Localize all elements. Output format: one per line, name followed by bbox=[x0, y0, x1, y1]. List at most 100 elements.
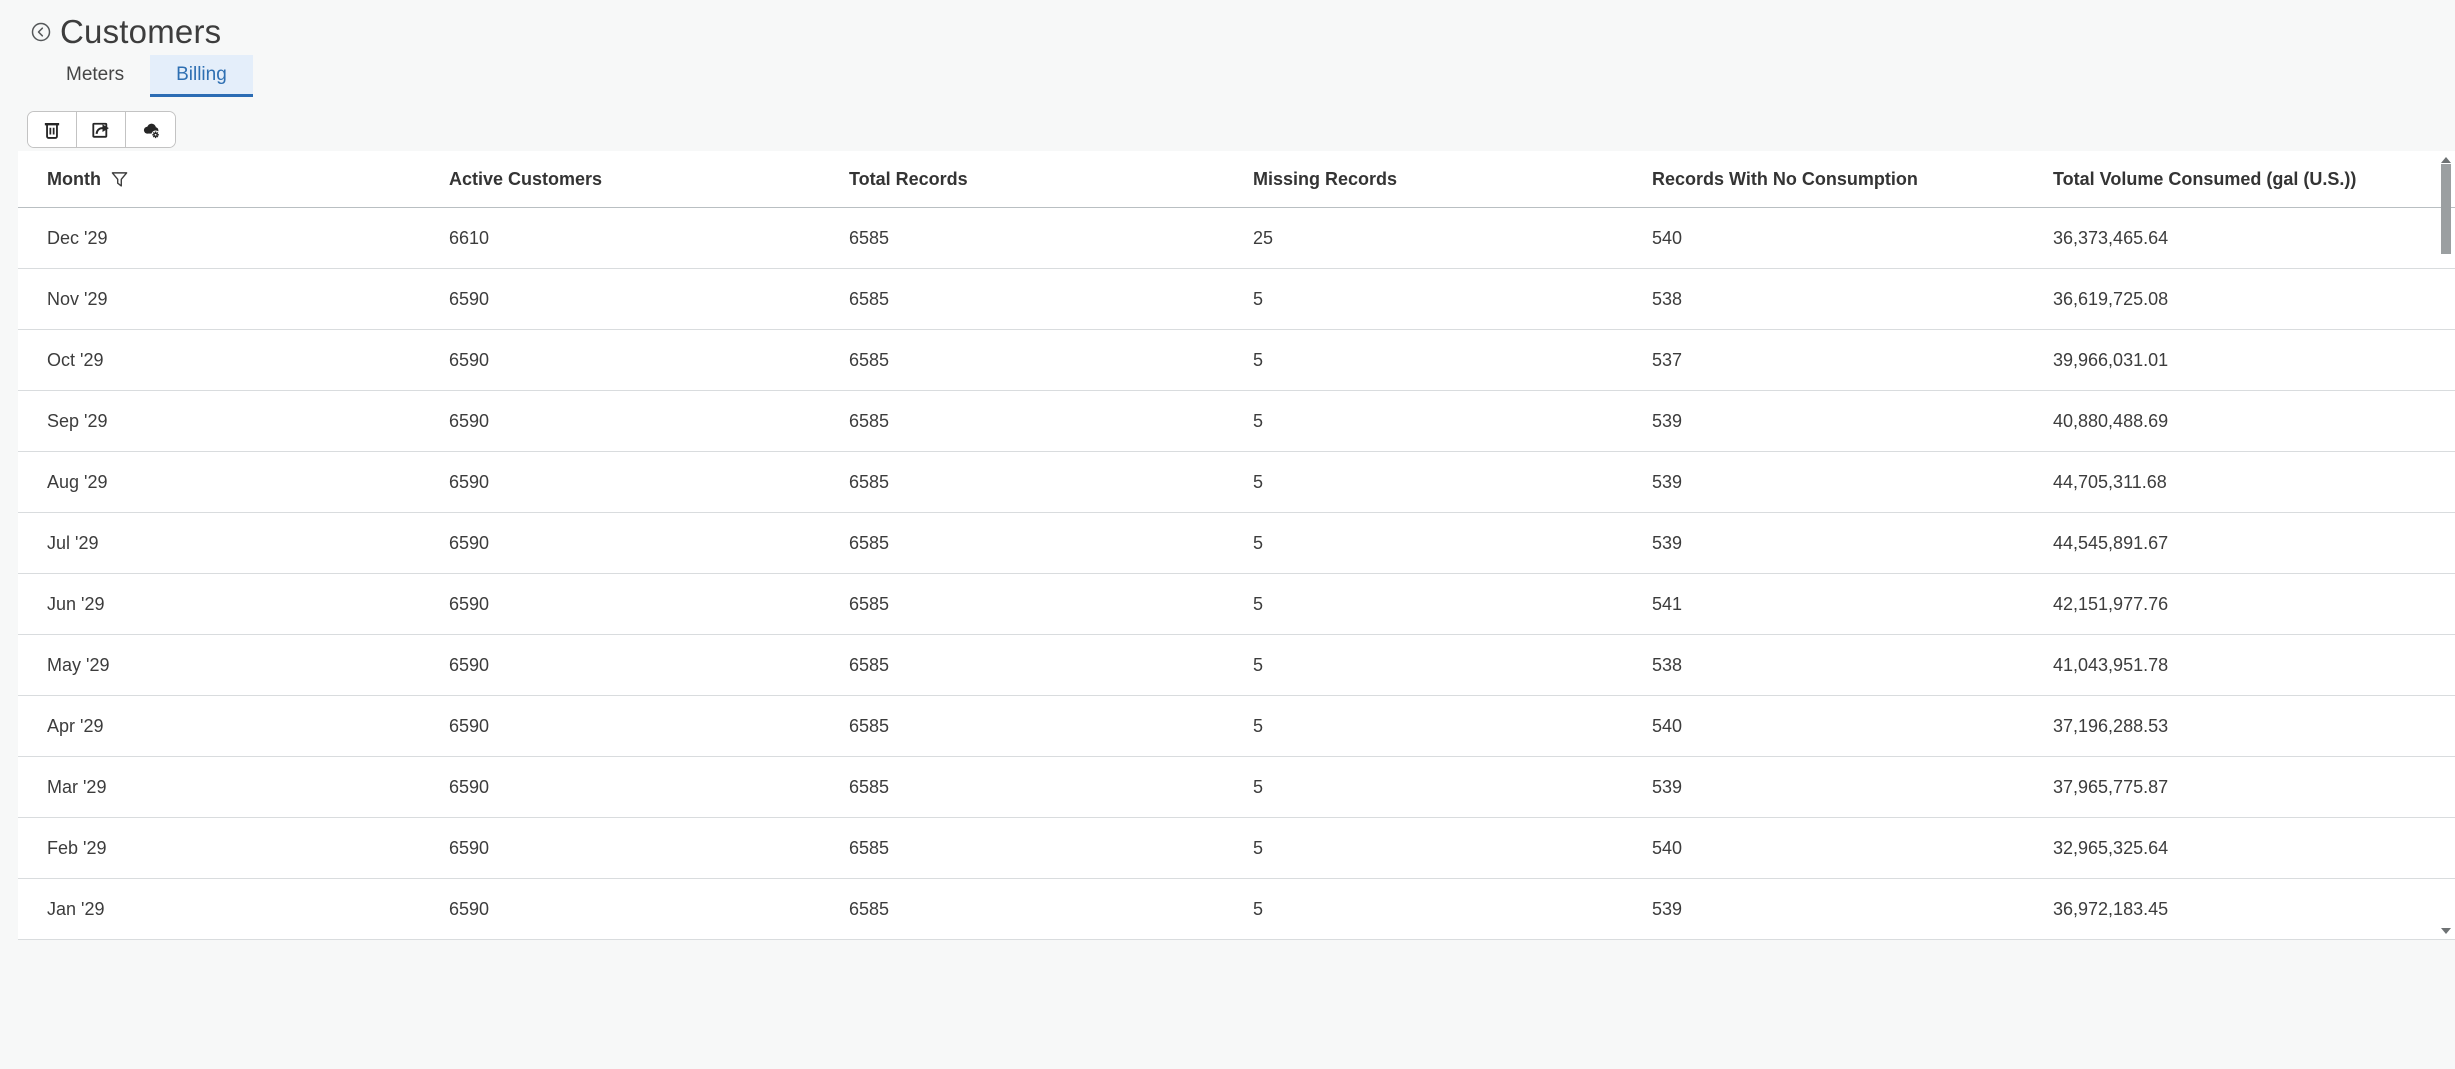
cell-active-customers: 6590 bbox=[449, 289, 849, 310]
column-header-missing-records[interactable]: Missing Records bbox=[1253, 169, 1652, 190]
cell-total-records: 6585 bbox=[849, 289, 1253, 310]
cell-active-customers: 6590 bbox=[449, 594, 849, 615]
cell-missing-records: 5 bbox=[1253, 716, 1652, 737]
column-header-total-records[interactable]: Total Records bbox=[849, 169, 1253, 190]
table-row[interactable]: Jul '29 6590 6585 5 539 44,545,891.67 bbox=[18, 513, 2455, 574]
cell-missing-records: 5 bbox=[1253, 899, 1652, 920]
back-button[interactable] bbox=[31, 22, 51, 42]
cloud-settings-button[interactable] bbox=[126, 112, 175, 147]
tab-billing[interactable]: Billing bbox=[150, 55, 253, 97]
cell-total-records: 6585 bbox=[849, 655, 1253, 676]
cell-month: Jan '29 bbox=[47, 899, 449, 920]
filter-icon[interactable] bbox=[111, 171, 128, 188]
cell-total-volume: 39,966,031.01 bbox=[2053, 350, 2455, 371]
cell-active-customers: 6610 bbox=[449, 228, 849, 249]
trash-icon bbox=[41, 119, 63, 141]
column-header-month[interactable]: Month bbox=[47, 169, 449, 190]
table-row[interactable]: Oct '29 6590 6585 5 537 39,966,031.01 bbox=[18, 330, 2455, 391]
cell-missing-records: 5 bbox=[1253, 594, 1652, 615]
cell-total-volume: 44,545,891.67 bbox=[2053, 533, 2455, 554]
cell-month: Dec '29 bbox=[47, 228, 449, 249]
cell-total-volume: 36,373,465.64 bbox=[2053, 228, 2455, 249]
cell-month: Jul '29 bbox=[47, 533, 449, 554]
column-header-no-consumption[interactable]: Records With No Consumption bbox=[1652, 169, 2053, 190]
cell-total-volume: 41,043,951.78 bbox=[2053, 655, 2455, 676]
cell-no-consumption: 537 bbox=[1652, 350, 2053, 371]
column-header-month-label: Month bbox=[47, 169, 101, 190]
cell-total-volume: 36,619,725.08 bbox=[2053, 289, 2455, 310]
cell-total-volume: 37,196,288.53 bbox=[2053, 716, 2455, 737]
cloud-gear-icon bbox=[140, 119, 162, 141]
cell-missing-records: 5 bbox=[1253, 655, 1652, 676]
export-button[interactable] bbox=[77, 112, 126, 147]
scroll-up-arrow-icon[interactable] bbox=[2441, 157, 2451, 163]
cell-no-consumption: 539 bbox=[1652, 472, 2053, 493]
column-header-total-volume[interactable]: Total Volume Consumed (gal (U.S.)) bbox=[2053, 169, 2455, 190]
page-title: Customers bbox=[60, 13, 221, 51]
cell-total-records: 6585 bbox=[849, 350, 1253, 371]
cell-total-records: 6585 bbox=[849, 838, 1253, 859]
column-header-active-customers[interactable]: Active Customers bbox=[449, 169, 849, 190]
cell-no-consumption: 539 bbox=[1652, 899, 2053, 920]
cell-missing-records: 5 bbox=[1253, 289, 1652, 310]
cell-missing-records: 5 bbox=[1253, 350, 1652, 371]
table-row[interactable]: Nov '29 6590 6585 5 538 36,619,725.08 bbox=[18, 269, 2455, 330]
table-row[interactable]: Aug '29 6590 6585 5 539 44,705,311.68 bbox=[18, 452, 2455, 513]
table-row[interactable]: Apr '29 6590 6585 5 540 37,196,288.53 bbox=[18, 696, 2455, 757]
scrollbar-thumb[interactable] bbox=[2441, 164, 2451, 254]
cell-active-customers: 6590 bbox=[449, 838, 849, 859]
table-row[interactable]: Jun '29 6590 6585 5 541 42,151,977.76 bbox=[18, 574, 2455, 635]
cell-missing-records: 5 bbox=[1253, 777, 1652, 798]
cell-active-customers: 6590 bbox=[449, 350, 849, 371]
cell-total-records: 6585 bbox=[849, 716, 1253, 737]
cell-missing-records: 5 bbox=[1253, 472, 1652, 493]
cell-active-customers: 6590 bbox=[449, 533, 849, 554]
cell-active-customers: 6590 bbox=[449, 655, 849, 676]
table-row[interactable]: Mar '29 6590 6585 5 539 37,965,775.87 bbox=[18, 757, 2455, 818]
tab-billing-label: Billing bbox=[176, 64, 227, 86]
cell-no-consumption: 538 bbox=[1652, 289, 2053, 310]
page-header: Customers bbox=[0, 0, 2455, 52]
cell-no-consumption: 539 bbox=[1652, 777, 2053, 798]
cell-no-consumption: 539 bbox=[1652, 533, 2053, 554]
cell-month: Nov '29 bbox=[47, 289, 449, 310]
cell-total-volume: 42,151,977.76 bbox=[2053, 594, 2455, 615]
cell-no-consumption: 538 bbox=[1652, 655, 2053, 676]
cell-month: May '29 bbox=[47, 655, 449, 676]
cell-active-customers: 6590 bbox=[449, 899, 849, 920]
cell-month: Sep '29 bbox=[47, 411, 449, 432]
table-body: Dec '29 6610 6585 25 540 36,373,465.64 N… bbox=[18, 208, 2455, 940]
cell-total-records: 6585 bbox=[849, 472, 1253, 493]
table-header: Month Active Customers Total Records Mis… bbox=[18, 151, 2455, 208]
cell-missing-records: 5 bbox=[1253, 411, 1652, 432]
toolbar bbox=[27, 111, 176, 148]
vertical-scrollbar[interactable] bbox=[2440, 152, 2452, 939]
chevron-left-circle-icon bbox=[31, 22, 51, 42]
cell-no-consumption: 540 bbox=[1652, 838, 2053, 859]
table-row[interactable]: Sep '29 6590 6585 5 539 40,880,488.69 bbox=[18, 391, 2455, 452]
cell-month: Oct '29 bbox=[47, 350, 449, 371]
delete-button[interactable] bbox=[28, 112, 77, 147]
scroll-down-arrow-icon[interactable] bbox=[2441, 928, 2451, 934]
cell-missing-records: 25 bbox=[1253, 228, 1652, 249]
table-row[interactable]: Dec '29 6610 6585 25 540 36,373,465.64 bbox=[18, 208, 2455, 269]
cell-total-records: 6585 bbox=[849, 594, 1253, 615]
cell-active-customers: 6590 bbox=[449, 777, 849, 798]
cell-no-consumption: 541 bbox=[1652, 594, 2053, 615]
cell-total-records: 6585 bbox=[849, 899, 1253, 920]
cell-active-customers: 6590 bbox=[449, 411, 849, 432]
cell-active-customers: 6590 bbox=[449, 472, 849, 493]
table-row[interactable]: May '29 6590 6585 5 538 41,043,951.78 bbox=[18, 635, 2455, 696]
cell-month: Mar '29 bbox=[47, 777, 449, 798]
cell-total-volume: 44,705,311.68 bbox=[2053, 472, 2455, 493]
tab-meters[interactable]: Meters bbox=[40, 55, 150, 97]
cell-no-consumption: 540 bbox=[1652, 716, 2053, 737]
table-row[interactable]: Jan '29 6590 6585 5 539 36,972,183.45 bbox=[18, 879, 2455, 940]
cell-missing-records: 5 bbox=[1253, 533, 1652, 554]
cell-total-records: 6585 bbox=[849, 777, 1253, 798]
cell-total-records: 6585 bbox=[849, 228, 1253, 249]
cell-no-consumption: 540 bbox=[1652, 228, 2053, 249]
cell-month: Apr '29 bbox=[47, 716, 449, 737]
table-row[interactable]: Feb '29 6590 6585 5 540 32,965,325.64 bbox=[18, 818, 2455, 879]
export-arrow-icon bbox=[90, 119, 112, 141]
